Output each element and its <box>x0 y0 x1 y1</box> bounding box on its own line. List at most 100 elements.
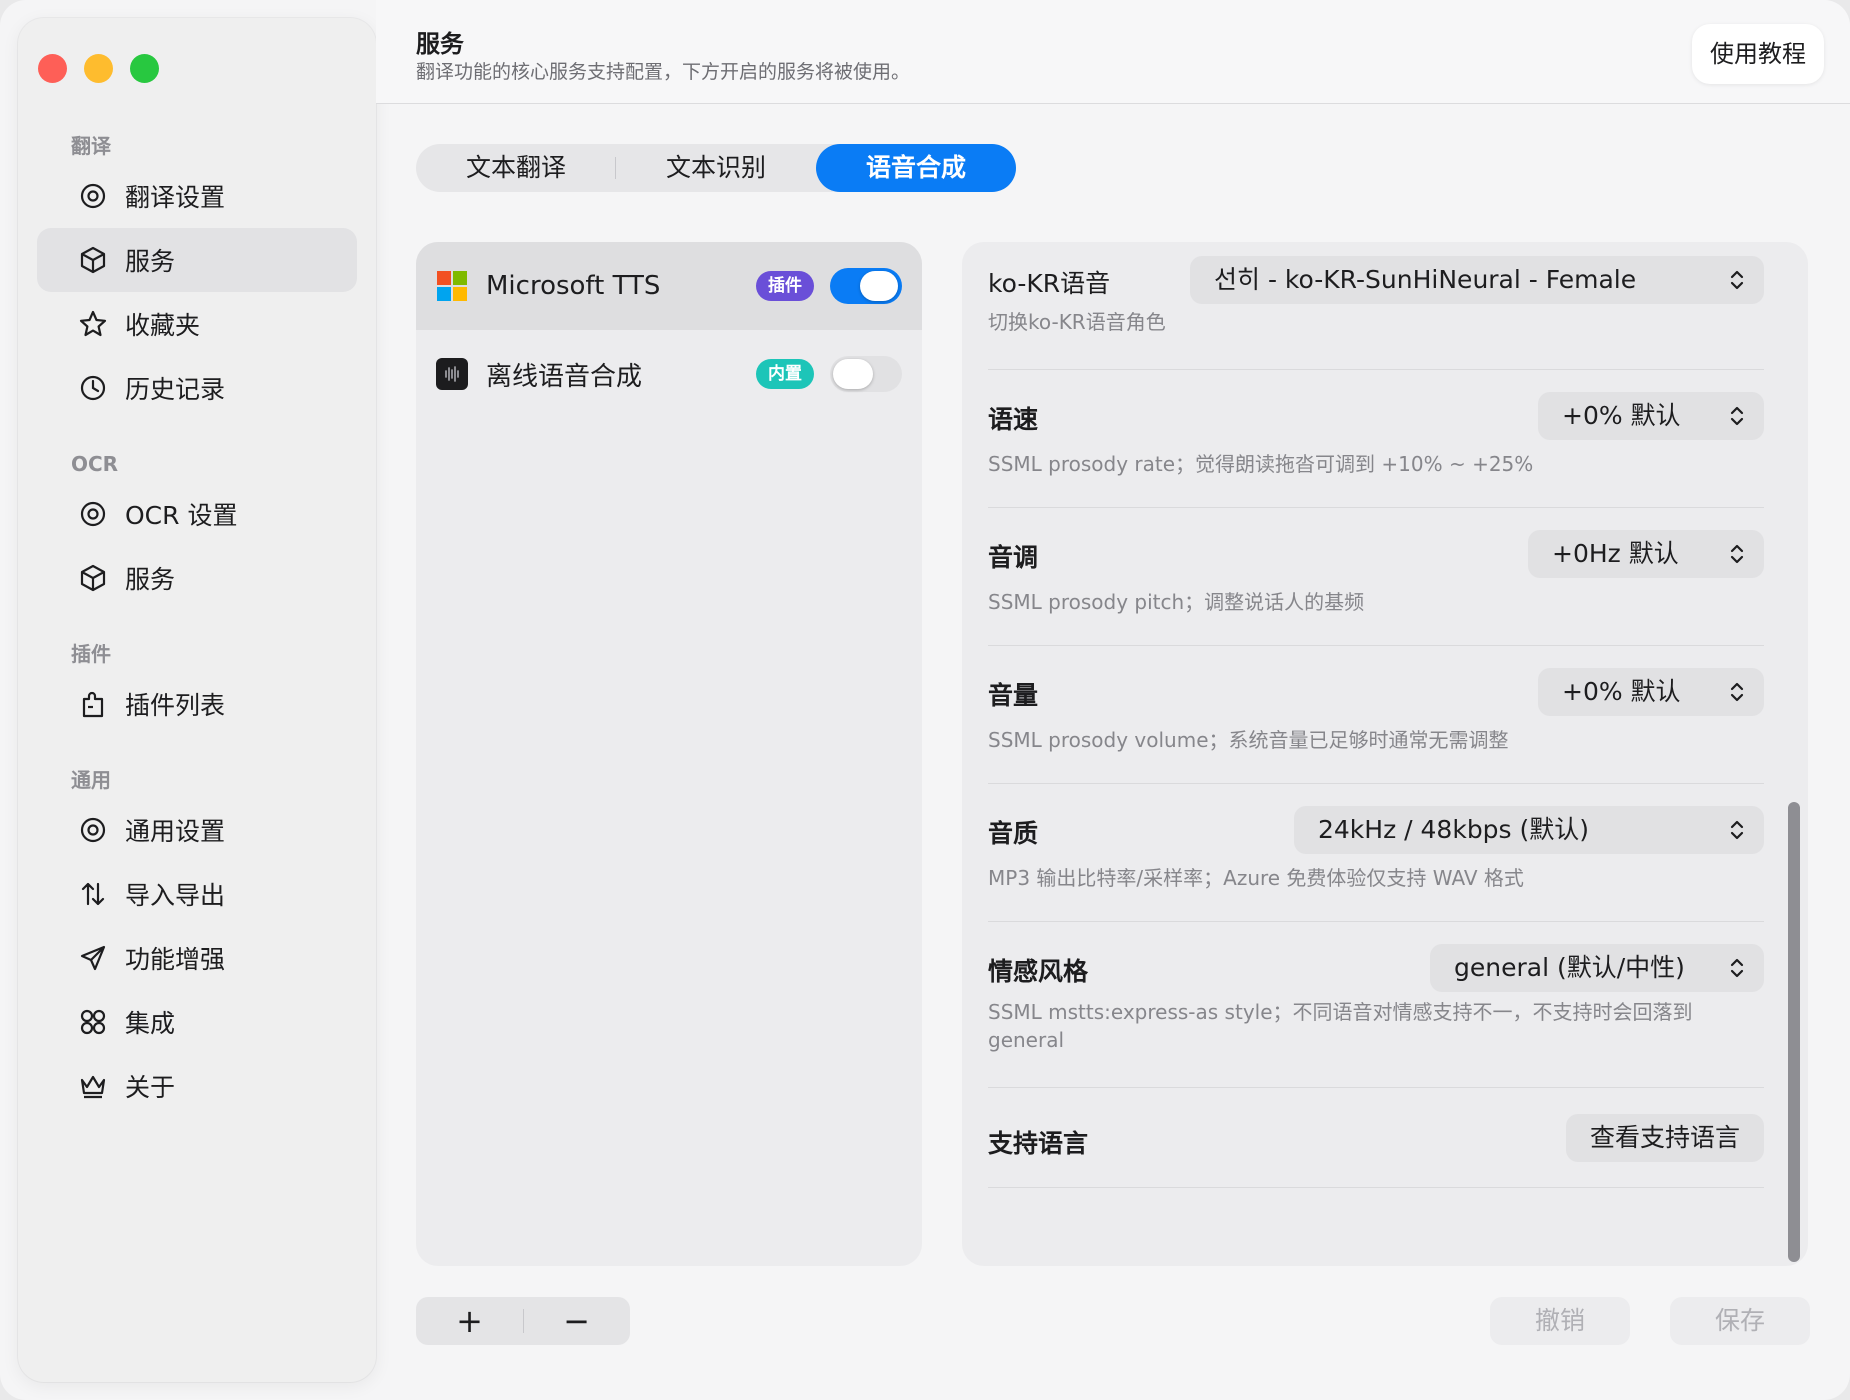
setting-description: 切换ko-KR语音角色 <box>988 310 1166 334</box>
rate-select[interactable]: +0% 默认 <box>1538 392 1764 440</box>
sidebar-item-ocr-services[interactable]: 服务 <box>37 546 357 610</box>
arrows-updown-icon <box>77 878 109 910</box>
volume-select[interactable]: +0% 默认 <box>1538 668 1764 716</box>
sidebar-item-label: 服务 <box>125 565 176 594</box>
sidebar-item-history[interactable]: 历史记录 <box>37 356 357 420</box>
setting-label: 情感风格 <box>988 957 1089 986</box>
sidebar-item-label: 服务 <box>125 247 176 276</box>
service-name: 离线语音合成 <box>486 361 643 392</box>
service-settings-panel: ko-KR语音 선히 - ko-KR-SunHiNeural - Female … <box>962 242 1808 1266</box>
setting-label: 音调 <box>988 543 1039 572</box>
window-controls <box>38 54 159 83</box>
cube-icon <box>77 244 109 276</box>
select-value: 24kHz / 48kbps (默认) <box>1318 815 1590 844</box>
tab-text-translation[interactable]: 文本翻译 <box>416 144 616 192</box>
sidebar-item-enhancements[interactable]: 功能增强 <box>37 926 357 990</box>
zoom-window-button[interactable] <box>130 54 159 83</box>
tab-label: 文本识别 <box>665 153 766 182</box>
chevron-updown-icon <box>1730 270 1744 290</box>
sidebar-item-general-settings[interactable]: 通用设置 <box>37 798 357 862</box>
view-supported-languages-button[interactable]: 查看支持语言 <box>1565 1114 1764 1162</box>
settings-scrollbar[interactable] <box>1788 802 1800 1262</box>
setting-quality: 音质 24kHz / 48kbps (默认) MP3 输出比特率/采样率；Azu… <box>988 784 1764 922</box>
minimize-window-button[interactable] <box>84 54 113 83</box>
page-title: 服务 <box>416 30 464 58</box>
sidebar-item-label: OCR 设置 <box>125 501 238 530</box>
divider <box>523 1309 524 1333</box>
setting-label: 音质 <box>988 819 1039 848</box>
sidebar-item-import-export[interactable]: 导入导出 <box>37 862 357 926</box>
voice-select[interactable]: 선히 - ko-KR-SunHiNeural - Female <box>1190 256 1764 304</box>
setting-label: 音量 <box>988 681 1039 710</box>
puzzle-icon <box>77 688 109 720</box>
setting-description: MP3 输出比特率/采样率；Azure 免费体验仅支持 WAV 格式 <box>988 866 1524 890</box>
sidebar-item-label: 集成 <box>125 1009 176 1038</box>
sidebar: 翻译 翻译设置 服务 收藏夹 历史记录 OCR OCR 设置 服务 插件 插件列… <box>18 18 376 1382</box>
select-value: general (默认/中性) <box>1454 953 1685 982</box>
sidebar-item-label: 历史记录 <box>125 375 226 404</box>
select-value: +0% 默认 <box>1562 677 1681 706</box>
remove-service-button[interactable]: − <box>523 1297 630 1345</box>
page-subtitle: 翻译功能的核心服务支持配置，下方开启的服务将被使用。 <box>416 61 911 83</box>
emotion-style-select[interactable]: general (默认/中性) <box>1430 944 1764 992</box>
setting-description: SSML prosody rate；觉得朗读拖沓可调到 +10% ~ +25% <box>988 452 1534 476</box>
plugin-badge: 插件 <box>756 271 814 301</box>
integration-icon <box>77 1006 109 1038</box>
sidebar-item-plugin-list[interactable]: 插件列表 <box>37 672 357 736</box>
quality-select[interactable]: 24kHz / 48kbps (默认) <box>1294 806 1764 854</box>
sidebar-item-services[interactable]: 服务 <box>37 228 357 292</box>
tab-speech-synthesis[interactable]: 语音合成 <box>816 144 1016 192</box>
page-header: 服务 翻译功能的核心服务支持配置，下方开启的服务将被使用。 使用教程 <box>376 0 1850 104</box>
setting-rate: 语速 +0% 默认 SSML prosody rate；觉得朗读拖沓可调到 +1… <box>988 370 1764 508</box>
close-window-button[interactable] <box>38 54 67 83</box>
paper-plane-icon <box>77 942 109 974</box>
service-row-microsoft-tts[interactable]: Microsoft TTS 插件 <box>416 242 922 330</box>
setting-supported-languages: 支持语言 查看支持语言 <box>988 1088 1764 1188</box>
chevron-updown-icon <box>1730 406 1744 426</box>
sidebar-section-title: 翻译 <box>71 134 111 158</box>
sidebar-item-label: 翻译设置 <box>125 183 226 212</box>
add-service-button[interactable]: + <box>416 1297 523 1345</box>
cube-icon <box>77 562 109 594</box>
sidebar-item-label: 收藏夹 <box>125 311 201 340</box>
setting-pitch: 音调 +0Hz 默认 SSML prosody pitch；调整说话人的基频 <box>988 508 1764 646</box>
setting-voice: ko-KR语音 선히 - ko-KR-SunHiNeural - Female … <box>988 242 1764 370</box>
crown-icon <box>77 1070 109 1102</box>
settings-circle-icon <box>77 814 109 846</box>
setting-description: SSML prosody volume；系统音量已足够时通常无需调整 <box>988 728 1509 752</box>
select-value: 선히 - ko-KR-SunHiNeural - Female <box>1214 265 1637 294</box>
sidebar-item-ocr-settings[interactable]: OCR 设置 <box>37 482 357 546</box>
sidebar-item-label: 关于 <box>125 1073 176 1102</box>
chevron-updown-icon <box>1730 958 1744 978</box>
service-list: Microsoft TTS 插件 离线语音合成 内置 <box>416 242 922 1266</box>
microsoft-logo-icon <box>436 270 468 302</box>
cancel-button[interactable]: 撤销 <box>1490 1297 1630 1345</box>
tab-text-recognition[interactable]: 文本识别 <box>616 144 816 192</box>
service-enable-toggle[interactable] <box>830 356 902 392</box>
setting-label: 支持语言 <box>988 1129 1089 1158</box>
service-row-offline-tts[interactable]: 离线语音合成 内置 <box>416 330 922 418</box>
setting-label: 语速 <box>988 405 1039 434</box>
tutorial-button[interactable]: 使用教程 <box>1692 24 1824 84</box>
tab-label: 文本翻译 <box>465 153 566 182</box>
setting-emotion-style: 情感风格 general (默认/中性) SSML mstts:express-… <box>988 922 1764 1088</box>
pitch-select[interactable]: +0Hz 默认 <box>1528 530 1764 578</box>
sidebar-item-about[interactable]: 关于 <box>37 1054 357 1118</box>
tab-label: 语音合成 <box>865 153 966 182</box>
sidebar-item-label: 功能增强 <box>125 945 226 974</box>
settings-circle-icon <box>77 180 109 212</box>
save-button[interactable]: 保存 <box>1670 1297 1810 1345</box>
waveform-icon <box>436 358 468 390</box>
sidebar-item-translate-settings[interactable]: 翻译设置 <box>37 164 357 228</box>
chevron-updown-icon <box>1730 544 1744 564</box>
chevron-updown-icon <box>1730 820 1744 840</box>
sidebar-item-favorites[interactable]: 收藏夹 <box>37 292 357 356</box>
select-value: +0Hz 默认 <box>1552 539 1679 568</box>
service-name: Microsoft TTS <box>486 271 661 301</box>
select-value: +0% 默认 <box>1562 401 1681 430</box>
sidebar-section-title: 插件 <box>71 642 111 666</box>
clock-icon <box>77 372 109 404</box>
sidebar-item-integrations[interactable]: 集成 <box>37 990 357 1054</box>
service-enable-toggle[interactable] <box>830 268 902 304</box>
setting-description: SSML prosody pitch；调整说话人的基频 <box>988 590 1365 614</box>
